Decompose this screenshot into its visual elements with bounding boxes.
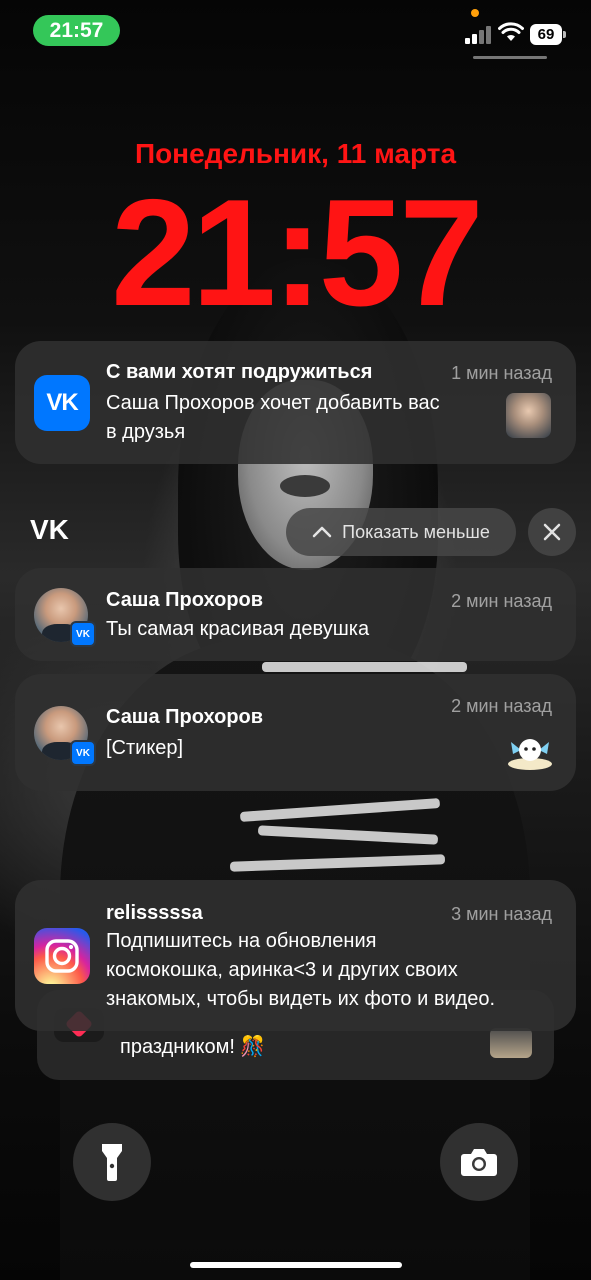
wallpaper-lips: [280, 475, 330, 497]
show-less-button[interactable]: Показать меньше: [286, 508, 516, 556]
camera-button[interactable]: [440, 1123, 518, 1201]
notification-vk-message[interactable]: VK Саша Прохоров 2 мин назад Ты самая кр…: [15, 568, 576, 661]
control-center-grabber[interactable]: [473, 56, 547, 59]
notification-body-line: знакомых, чтобы видеть их фото и видео.: [106, 988, 496, 1010]
instagram-app-icon: [34, 928, 90, 984]
notification-time: 2 мин назад: [451, 696, 552, 716]
flashlight-button[interactable]: [73, 1123, 151, 1201]
vk-app-icon: VK: [34, 375, 90, 431]
notification-body: Саша Прохоров хочет добавить вас в друзь…: [106, 389, 440, 447]
clear-group-button[interactable]: [528, 508, 576, 556]
vk-badge-icon: VK: [70, 740, 96, 766]
notification-body: Ты самая красивая девушка: [106, 618, 370, 640]
battery-indicator: 69: [530, 24, 562, 45]
notification-sender: Саша Прохоров: [106, 589, 264, 611]
notification-title: relisssssa: [106, 902, 203, 924]
privacy-indicator-dot: [471, 9, 479, 17]
notification-body-line: Подпишитесь на обновления: [106, 930, 377, 952]
notification-friend-request[interactable]: VK С вами хотят подружиться 1 мин назад …: [15, 341, 576, 464]
notification-body: [Стикер]: [106, 737, 184, 759]
notification-time: 2 мин назад: [451, 591, 552, 611]
wallpaper-stripe: [262, 662, 467, 672]
show-less-label: Показать меньше: [342, 521, 490, 542]
notification-instagram[interactable]: relisssssa 3 мин назад Подпишитесь на об…: [15, 880, 576, 1031]
notification-body-line: Саша Прохоров хочет добавить вас: [106, 392, 440, 414]
notification-body-line: в друзья: [106, 421, 186, 443]
instagram-glyph-icon: [45, 939, 79, 973]
notification-time: 3 мин назад: [451, 904, 552, 924]
chevron-up-icon: [312, 526, 332, 538]
cellular-signal-icon: [465, 26, 493, 44]
status-time[interactable]: 21:57: [33, 15, 120, 46]
notification-body: Подпишитесь на обновления космокошка, ар…: [106, 927, 495, 1014]
notification-sender: Саша Прохоров: [106, 706, 264, 728]
stacked-notification-text: праздником! 🎊: [120, 1036, 266, 1058]
lock-date: Понедельник, 11 марта: [134, 138, 457, 169]
notification-body-line: космокошка, аринка<3 и других своих: [106, 959, 458, 981]
stacked-notification-thumbnail: [490, 1028, 532, 1058]
lock-clock: 21:57: [111, 168, 484, 338]
camera-icon: [461, 1149, 497, 1176]
notification-title: С вами хотят подружиться: [106, 361, 373, 383]
close-icon: [543, 523, 561, 541]
notification-group-label: VK: [30, 514, 69, 545]
wifi-icon: [498, 22, 524, 41]
notification-time: 1 мин назад: [451, 363, 552, 383]
sticker-thumbnail-icon: [508, 739, 552, 770]
home-indicator[interactable]: [190, 1262, 402, 1268]
battery-tip: [563, 31, 566, 38]
notification-vk-sticker[interactable]: VK Саша Прохоров 2 мин назад [Стикер]: [15, 674, 576, 791]
sender-photo-thumbnail: [506, 393, 551, 438]
flashlight-icon: [102, 1144, 122, 1181]
vk-badge-icon: VK: [70, 621, 96, 647]
